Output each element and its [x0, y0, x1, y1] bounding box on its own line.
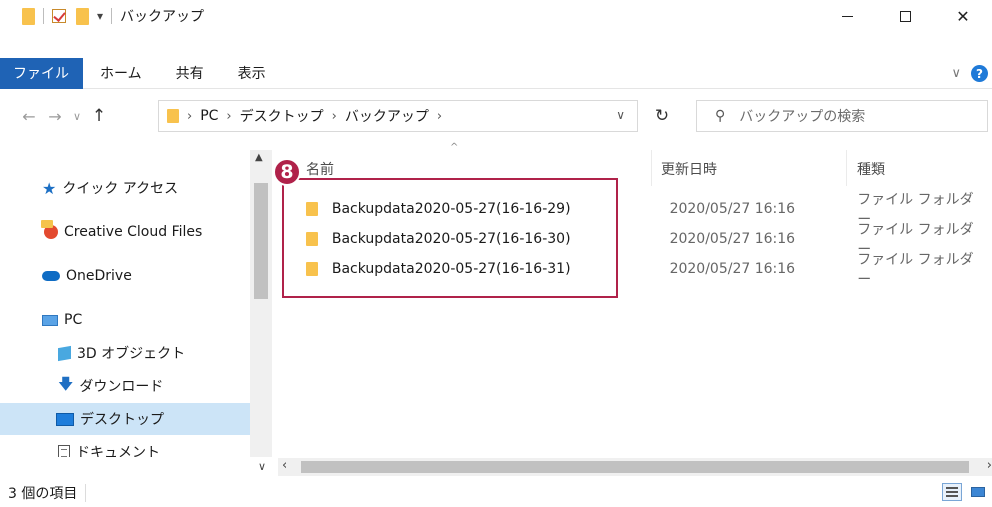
search-input[interactable]: ⚲ バックアップの検索 — [696, 100, 988, 132]
minimize-button[interactable] — [818, 0, 876, 32]
quick-access-toolbar: ▾ バックアップ — [0, 0, 204, 32]
column-header-type[interactable]: 種類 — [857, 156, 885, 182]
pc-icon — [42, 314, 58, 326]
folder-icon — [22, 7, 35, 25]
chevron-right-icon: › — [226, 108, 232, 124]
new-folder-icon[interactable] — [76, 7, 89, 25]
nav-item-label: OneDrive — [66, 268, 132, 284]
nav-item-label: 3D オブジェクト — [77, 346, 186, 362]
search-placeholder: バックアップの検索 — [739, 109, 866, 125]
minimize-icon — [841, 15, 853, 17]
details-view-icon — [946, 487, 958, 497]
window-title: バックアップ — [120, 9, 205, 25]
ribbon-tabs: ファイル ホーム 共有 表示 ∨ ? — [0, 57, 992, 89]
forward-arrow-icon[interactable]: → — [42, 107, 68, 126]
scroll-left-icon[interactable]: ‹ — [282, 458, 287, 473]
navigation-pane: ★ クイック アクセス Creative Cloud Files OneDriv… — [0, 150, 250, 457]
details-view-button[interactable] — [942, 483, 962, 501]
large-icons-view-button[interactable] — [968, 483, 988, 501]
document-icon — [58, 444, 70, 457]
ribbon-right-controls: ∨ ? — [951, 58, 992, 89]
nav-item-label: デスクトップ — [80, 412, 164, 428]
toolbar-divider — [111, 8, 113, 24]
view-buttons — [942, 483, 988, 501]
creative-cloud-icon — [41, 220, 58, 239]
item-count: 3 個の項目 — [8, 486, 78, 502]
file-date: 2020/05/27 16:16 — [669, 201, 796, 217]
tab-share[interactable]: 共有 — [159, 58, 221, 89]
cloud-icon — [42, 271, 60, 281]
step-badge: 8 — [273, 158, 301, 186]
expand-ribbon-icon[interactable]: ∨ — [951, 66, 961, 81]
nav-item-label: ドキュメント — [76, 445, 160, 457]
nav-item-quick-access[interactable]: ★ クイック アクセス — [0, 172, 250, 204]
breadcrumb: › PC › デスクトップ › バックアップ › — [179, 106, 450, 126]
scroll-up-icon[interactable]: ▲ — [255, 152, 263, 163]
toolbar-divider — [43, 8, 44, 24]
sort-ascending-icon: ^ — [450, 142, 459, 153]
star-icon: ★ — [42, 178, 57, 198]
breadcrumb-pc[interactable]: PC — [200, 108, 218, 124]
tab-file[interactable]: ファイル — [0, 57, 83, 89]
file-date: 2020/05/27 16:16 — [669, 231, 796, 247]
nav-item-pc[interactable]: PC — [0, 304, 250, 336]
column-header-date[interactable]: 更新日時 — [661, 156, 717, 182]
breadcrumb-desktop[interactable]: デスクトップ — [240, 106, 324, 126]
tab-home[interactable]: ホーム — [83, 58, 159, 89]
tab-view[interactable]: 表示 — [221, 58, 283, 89]
maximize-icon — [899, 10, 911, 22]
title-bar: ▾ バックアップ ✕ — [0, 0, 992, 32]
address-row: ← → ∨ ↑ › PC › デスクトップ › バックアップ › ∨ ↻ ⚲ バ… — [0, 100, 992, 132]
chevron-right-icon: › — [436, 108, 443, 124]
nav-item-label: Creative Cloud Files — [64, 224, 203, 240]
properties-icon[interactable] — [52, 9, 66, 23]
scrollbar-thumb[interactable] — [301, 461, 969, 473]
desktop-icon — [56, 412, 74, 426]
scroll-down-icon[interactable]: ∨ — [258, 460, 266, 473]
breadcrumb-backup[interactable]: バックアップ — [345, 106, 429, 126]
up-arrow-icon[interactable]: ↑ — [86, 106, 112, 126]
window-controls: ✕ — [818, 0, 992, 32]
close-icon: ✕ — [956, 6, 970, 26]
address-bar[interactable]: › PC › デスクトップ › バックアップ › ∨ — [158, 100, 638, 132]
column-divider[interactable] — [846, 150, 847, 186]
annotation-highlight-box — [282, 178, 618, 298]
chevron-right-icon: › — [331, 108, 337, 124]
nav-item-desktop[interactable]: デスクトップ — [0, 403, 250, 435]
scroll-right-icon[interactable]: › — [987, 458, 992, 473]
chevron-right-icon: › — [187, 108, 193, 124]
maximize-button[interactable] — [876, 0, 934, 32]
address-history-dropdown-icon[interactable]: ∨ — [616, 108, 625, 122]
refresh-icon[interactable]: ↻ — [642, 100, 682, 132]
file-date: 2020/05/27 16:16 — [669, 261, 796, 277]
nav-item-documents[interactable]: ドキュメント — [0, 436, 250, 457]
3d-object-icon — [58, 345, 71, 361]
recent-locations-icon[interactable]: ∨ — [68, 110, 86, 123]
nav-item-label: PC — [64, 312, 83, 328]
column-divider[interactable] — [651, 150, 652, 186]
download-icon: 🡇 — [58, 374, 74, 393]
nav-item-downloads[interactable]: 🡇 ダウンロード — [0, 370, 250, 402]
large-icons-view-icon — [971, 487, 985, 497]
navigation-pane-scrollbar[interactable]: ▲ — [250, 150, 272, 457]
nav-item-label: クイック アクセス — [62, 181, 179, 197]
nav-item-onedrive[interactable]: OneDrive — [0, 260, 250, 292]
search-icon: ⚲ — [715, 108, 726, 124]
status-bar: 3 個の項目 — [0, 479, 992, 507]
nav-item-creative-cloud[interactable]: Creative Cloud Files — [0, 216, 250, 248]
folder-icon — [167, 109, 179, 123]
nav-item-label: ダウンロード — [79, 379, 164, 395]
back-arrow-icon[interactable]: ← — [16, 107, 42, 126]
help-icon[interactable]: ? — [971, 65, 988, 82]
status-divider — [85, 484, 87, 502]
close-button[interactable]: ✕ — [934, 0, 992, 32]
customize-toolbar-dropdown-icon[interactable]: ▾ — [97, 9, 103, 23]
nav-item-3d-objects[interactable]: 3D オブジェクト — [0, 337, 250, 369]
file-type: ファイル フォルダー — [857, 252, 974, 288]
horizontal-scrollbar[interactable]: ‹ › — [278, 458, 992, 476]
scrollbar-thumb[interactable] — [254, 183, 268, 299]
